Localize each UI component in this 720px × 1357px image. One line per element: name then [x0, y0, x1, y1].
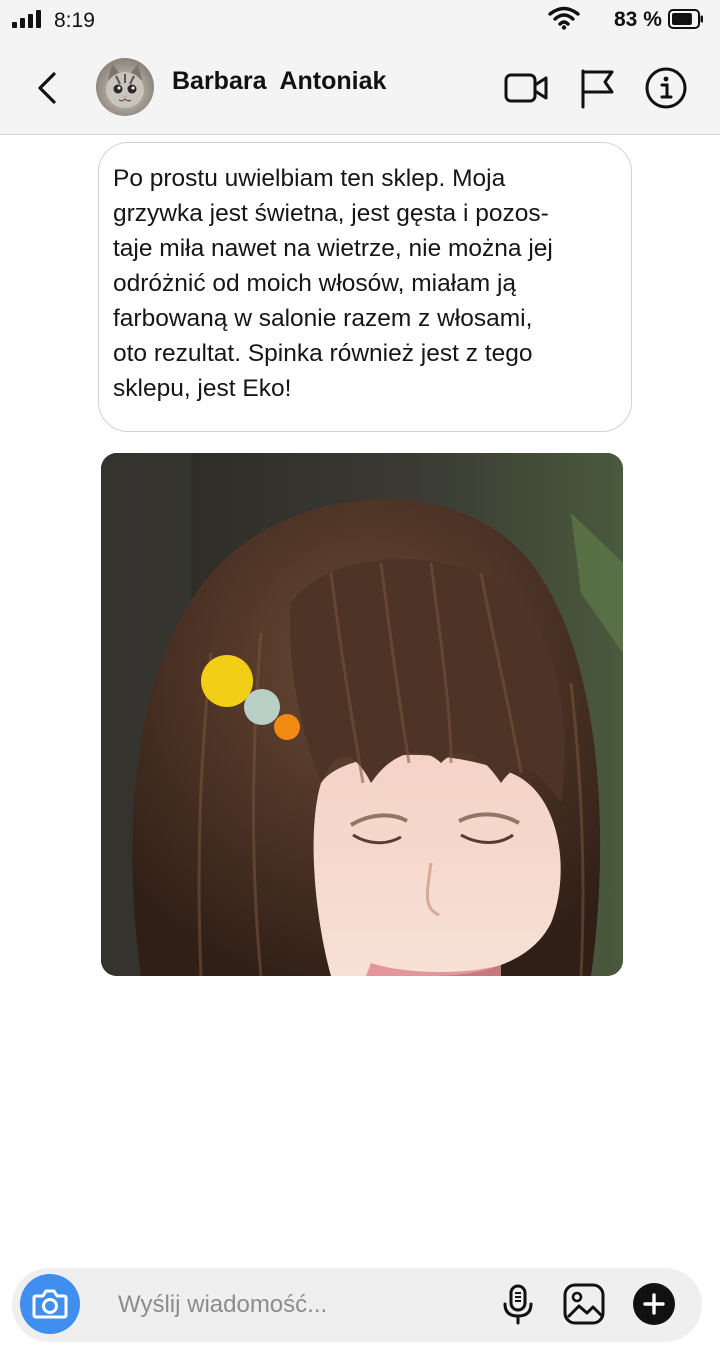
video-call-icon[interactable]: [502, 64, 550, 112]
camera-button[interactable]: [20, 1274, 80, 1334]
hair-clip-photo-image: [101, 453, 623, 976]
message-composer: [12, 1268, 702, 1342]
photo-message[interactable]: [101, 453, 623, 976]
status-time: 8:19: [54, 9, 95, 32]
wifi-icon: [548, 6, 580, 30]
gallery-icon[interactable]: [562, 1282, 606, 1326]
avatar[interactable]: [96, 58, 154, 116]
battery-percentage: 83 %: [614, 8, 662, 31]
plus-icon[interactable]: [632, 1282, 676, 1326]
status-bar: 8:19 83 %: [0, 0, 720, 42]
signal-strength-icon: [12, 10, 44, 28]
camera-icon: [32, 1289, 68, 1319]
message-bubble[interactable]: Po prostu uwielbiam ten sklep. Moja grzy…: [98, 142, 632, 432]
message-input[interactable]: [118, 1287, 478, 1323]
battery-icon: [668, 9, 703, 29]
back-chevron-icon[interactable]: [26, 66, 70, 110]
contact-name[interactable]: Barbara Antoniak: [172, 67, 386, 96]
message-text: Po prostu uwielbiam ten sklep. Moja grzy…: [113, 165, 553, 402]
flag-icon[interactable]: [574, 64, 622, 112]
chat-header: Barbara Antoniak: [0, 42, 720, 135]
info-icon[interactable]: [642, 64, 690, 112]
kitten-avatar-image: [106, 64, 144, 108]
microphone-icon[interactable]: [496, 1282, 540, 1326]
